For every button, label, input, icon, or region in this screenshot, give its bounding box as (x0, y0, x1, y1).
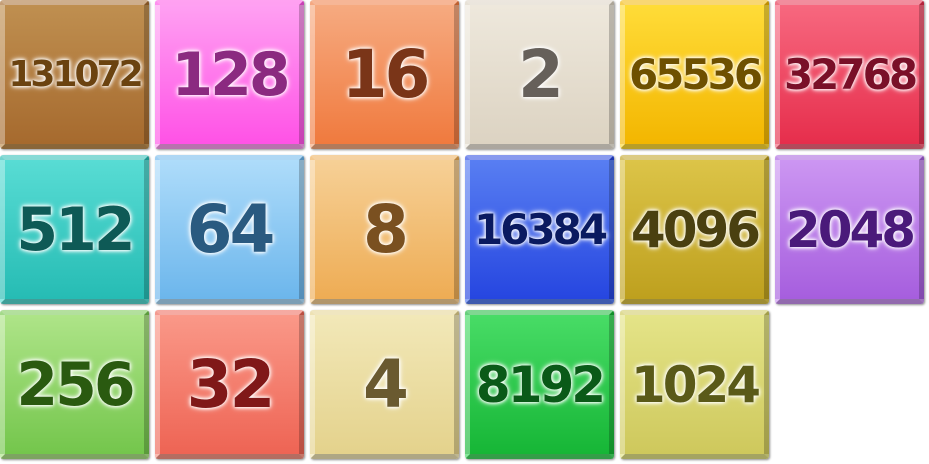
tile-512: 512 (0, 155, 149, 304)
tile-value: 16 (341, 36, 431, 113)
tile-64: 64 (155, 155, 304, 304)
tile-8: 8 (310, 155, 459, 304)
tile-16384: 16384 (465, 155, 614, 304)
tile-value: 64 (186, 191, 276, 268)
tile-32: 32 (155, 310, 304, 459)
tile-value: 4096 (630, 200, 761, 259)
tile-1024: 1024 (620, 310, 769, 459)
tile-8192: 8192 (465, 310, 614, 459)
tile-65536: 65536 (620, 0, 769, 149)
tile-131072: 131072 (0, 0, 149, 149)
tile-value: 2048 (785, 200, 916, 259)
tile-256: 256 (0, 310, 149, 459)
tile-value: 4 (363, 346, 409, 423)
tile-2: 2 (465, 0, 614, 149)
tile-2048: 2048 (775, 155, 924, 304)
tile-value: 256 (16, 349, 135, 420)
tile-value: 1024 (630, 355, 761, 414)
tile-value: 128 (171, 39, 290, 110)
tile-value: 32768 (783, 50, 918, 99)
tile-value: 32 (186, 346, 276, 423)
tile-value: 8192 (475, 355, 606, 414)
tile-128: 128 (155, 0, 304, 149)
tile-value: 512 (16, 194, 135, 265)
tile-value: 131072 (8, 54, 143, 95)
tile-sprite-sheet: 131072 128 16 2 65536 32768 512 64 8 16384 4096 204… (0, 0, 924, 459)
tile-16: 16 (310, 0, 459, 149)
tile-value: 8 (363, 191, 409, 268)
tile-32768: 32768 (775, 0, 924, 149)
tile-value: 2 (518, 36, 564, 113)
tile-4: 4 (310, 310, 459, 459)
tile-value: 65536 (628, 50, 763, 99)
tile-value: 16384 (473, 205, 608, 254)
tile-4096: 4096 (620, 155, 769, 304)
